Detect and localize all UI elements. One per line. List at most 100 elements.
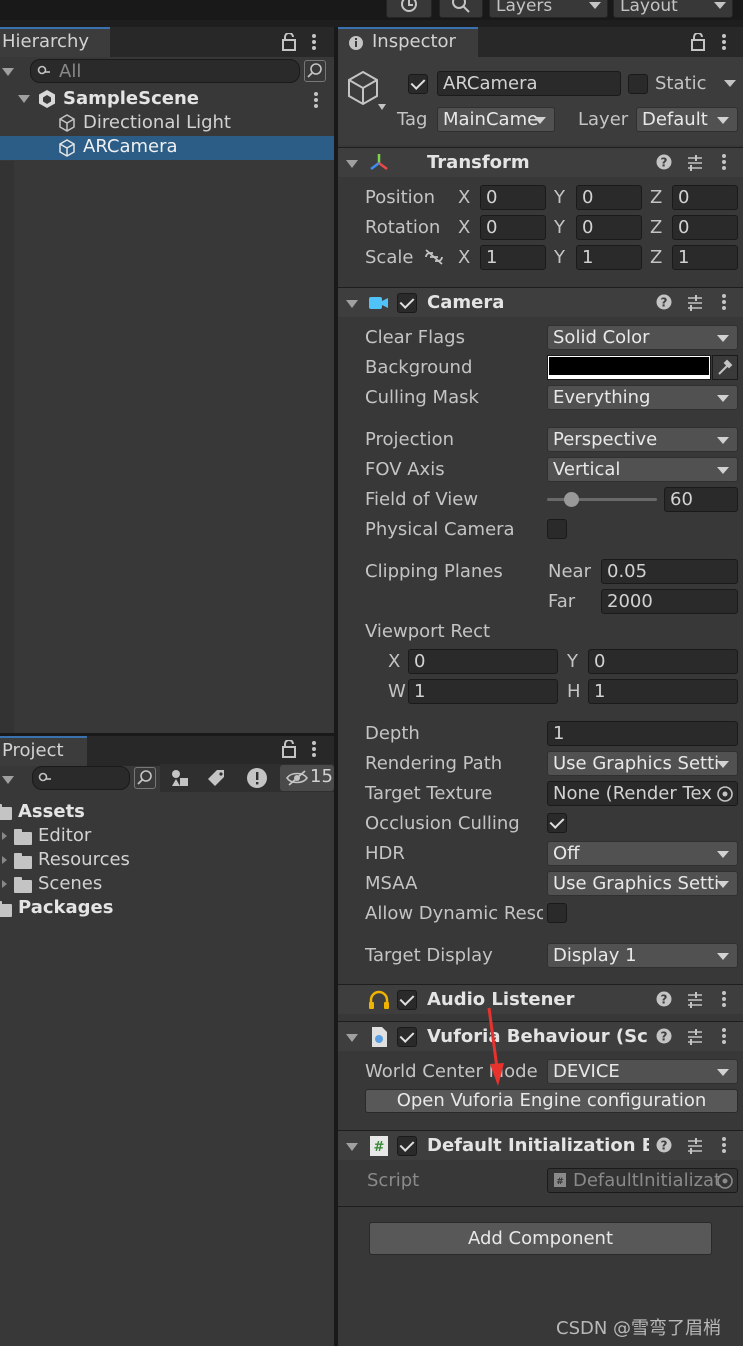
audio-listener-enabled-checkbox[interactable] [397,990,417,1010]
camera-enabled-checkbox[interactable] [397,293,417,313]
active-checkbox[interactable] [408,74,428,94]
tab-hierarchy[interactable]: Hierarchy [0,27,110,57]
add-component-button[interactable]: Add Component [369,1222,712,1255]
default-init-error-header[interactable]: # Default Initialization Err ? [338,1130,743,1160]
kebab-menu-icon[interactable] [720,1136,728,1154]
folder-row-packages[interactable]: Packages [0,896,334,920]
kebab-menu-icon[interactable] [720,1027,728,1045]
background-color-field[interactable] [547,355,711,380]
static-checkbox[interactable] [628,74,648,94]
scene-row[interactable]: SampleScene [0,87,334,111]
audio-listener-header[interactable]: Audio Listener ? [338,984,743,1014]
kebab-menu-icon[interactable] [720,153,728,171]
foldout-arrow-icon[interactable] [346,160,358,168]
object-name-input[interactable]: ARCamera [437,71,621,96]
foldout-arrow-icon[interactable] [346,300,358,308]
folder-row-editor[interactable]: Editor [0,824,334,848]
scene-search-toggle-button[interactable] [304,60,326,82]
depth-input[interactable]: 1 [547,721,738,746]
default-init-enabled-checkbox[interactable] [397,1136,417,1156]
filter-by-label-icon[interactable] [207,768,227,788]
preset-sliders-icon[interactable] [686,1137,704,1155]
folder-row-scenes[interactable]: Scenes [0,872,334,896]
hdr-dropdown[interactable]: Off [547,841,738,866]
help-icon[interactable]: ? [656,294,672,310]
hidden-packages-toggle[interactable]: 15 [280,765,334,791]
near-clip-input[interactable]: 0.05 [601,559,738,584]
rotation-y-input[interactable]: 0 [576,215,642,240]
far-clip-input[interactable]: 2000 [601,589,738,614]
rotation-z-input[interactable]: 0 [672,215,738,240]
open-vuforia-config-button[interactable]: Open Vuforia Engine configuration [365,1089,738,1113]
allow-dynamic-resolution-checkbox[interactable] [547,903,567,923]
eyedropper-button[interactable] [712,355,738,380]
help-icon[interactable]: ? [656,1028,672,1044]
scale-x-input[interactable]: 1 [480,245,546,270]
preset-sliders-icon[interactable] [686,154,704,172]
clear-flags-dropdown[interactable]: Solid Color [547,325,738,350]
history-button[interactable] [386,0,432,18]
gameobject-cube-icon[interactable] [346,70,388,114]
search-button[interactable] [439,0,483,18]
position-x-input[interactable]: 0 [480,185,546,210]
filter-by-type-icon[interactable] [170,768,190,788]
hierarchy-search-input[interactable]: All [30,59,300,83]
viewport-w-input[interactable]: 1 [408,679,558,704]
preset-sliders-icon[interactable] [686,1028,704,1046]
vuforia-enabled-checkbox[interactable] [397,1027,417,1047]
preset-sliders-icon[interactable] [686,991,704,1009]
create-dropdown-icon[interactable] [2,68,14,76]
kebab-menu-icon[interactable] [720,990,728,1008]
folder-row-assets[interactable]: Assets [0,800,334,824]
kebab-menu-icon[interactable] [720,33,728,51]
target-texture-field[interactable]: None (Render Tex [547,781,738,806]
layer-dropdown[interactable]: Default [636,107,738,132]
physical-camera-checkbox[interactable] [547,519,567,539]
kebab-menu-icon[interactable] [312,91,320,109]
fov-axis-dropdown[interactable]: Vertical [547,457,738,482]
tab-inspector[interactable]: Inspector [338,27,478,57]
position-z-input[interactable]: 0 [672,185,738,210]
world-center-mode-dropdown[interactable]: DEVICE [547,1059,738,1084]
foldout-arrow-icon[interactable] [346,1034,358,1042]
search-by-scene-button[interactable] [134,767,156,789]
warning-filter-icon[interactable] [246,767,268,789]
hierarchy-item-selected[interactable]: ARCamera [0,136,334,160]
viewport-y-input[interactable]: 0 [588,649,738,674]
vuforia-behaviour-header[interactable]: Vuforia Behaviour (Scrip ? [338,1021,743,1051]
expand-arrow-icon[interactable] [18,95,30,103]
layout-dropdown[interactable]: Layout [613,0,733,18]
expand-arrow-icon[interactable] [2,832,7,840]
folder-row-resources[interactable]: Resources [0,848,334,872]
link-scale-icon[interactable] [423,248,445,266]
preset-sliders-icon[interactable] [686,294,704,312]
rotation-x-input[interactable]: 0 [480,215,546,240]
lock-icon[interactable] [282,740,296,758]
msaa-dropdown[interactable]: Use Graphics Setti [547,871,738,896]
kebab-menu-icon[interactable] [310,740,318,758]
lock-icon[interactable] [282,33,296,51]
help-icon[interactable]: ? [656,154,672,170]
target-display-dropdown[interactable]: Display 1 [547,943,738,968]
expand-arrow-icon[interactable] [2,856,7,864]
tab-project[interactable]: Project [0,736,87,766]
position-y-input[interactable]: 0 [576,185,642,210]
viewport-h-input[interactable]: 1 [588,679,738,704]
culling-mask-dropdown[interactable]: Everything [547,385,738,410]
scale-z-input[interactable]: 1 [672,245,738,270]
kebab-menu-icon[interactable] [720,293,728,311]
foldout-arrow-icon[interactable] [346,1143,358,1151]
object-picker-icon[interactable] [716,785,734,803]
help-icon[interactable]: ? [656,991,672,1007]
tag-dropdown[interactable]: MainCame [437,107,555,132]
help-icon[interactable]: ? [656,1137,672,1153]
create-dropdown-icon[interactable] [2,776,14,784]
camera-header[interactable]: Camera ? [338,287,743,317]
static-dropdown-icon[interactable] [724,80,736,87]
projection-dropdown[interactable]: Perspective [547,427,738,452]
hierarchy-item[interactable]: Directional Light [0,111,334,135]
layers-dropdown[interactable]: Layers [489,0,608,18]
fov-input[interactable]: 60 [664,487,738,512]
rendering-path-dropdown[interactable]: Use Graphics Setti [547,751,738,776]
expand-arrow-icon[interactable] [2,880,7,888]
